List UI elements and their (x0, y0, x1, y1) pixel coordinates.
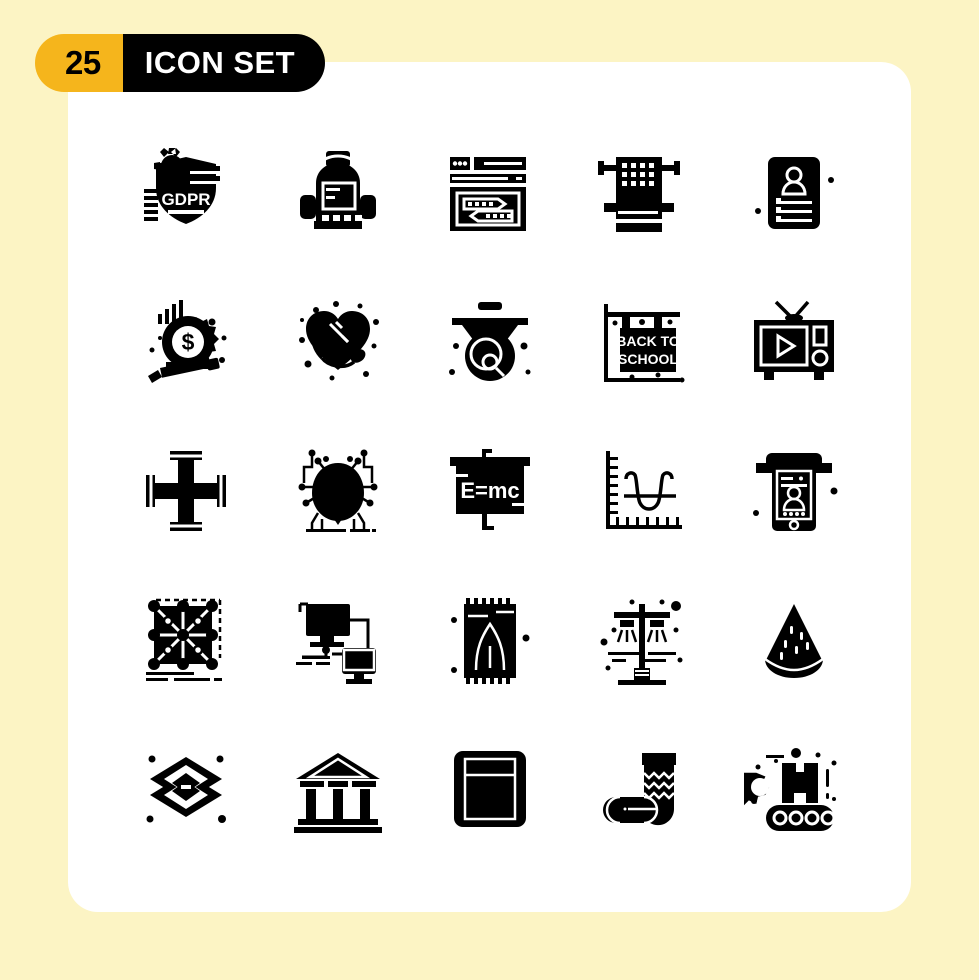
svg-text:E=mc: E=mc (460, 478, 519, 503)
icon-set-title: ICON SET (122, 34, 326, 92)
icon-cell-3[interactable] (414, 118, 566, 267)
icon-cell-5[interactable] (718, 118, 870, 267)
icon-cell-9[interactable]: BACK TO SCHOOL (566, 267, 718, 416)
icon-cell-2[interactable] (262, 118, 414, 267)
icon-cell-16[interactable] (110, 565, 262, 714)
bank-building-icon (294, 752, 382, 833)
icon-cell-23[interactable] (414, 714, 566, 863)
icon-cell-1[interactable]: GDPR (110, 118, 262, 267)
physics-board-formula-icon: E=mc (450, 448, 530, 530)
retro-television-play-icon (754, 300, 834, 380)
icon-cell-7[interactable] (262, 267, 414, 416)
network-grid-nodes-icon (146, 598, 222, 681)
icon-cell-12[interactable] (262, 416, 414, 565)
mobile-user-login-icon (753, 452, 838, 531)
lug-wrench-cross-icon (146, 450, 226, 531)
connected-computers-icon (296, 602, 376, 684)
watermelon-slice-icon (764, 603, 824, 678)
icon-cell-15[interactable] (718, 416, 870, 565)
icon-cell-8[interactable] (414, 267, 566, 416)
book-notebook-icon (454, 750, 526, 827)
icon-cell-22[interactable] (262, 714, 414, 863)
icon-cell-18[interactable] (414, 565, 566, 714)
header-badge: 25 ICON SET (35, 34, 326, 92)
resume-profile-card-icon (755, 156, 834, 229)
icon-cell-11[interactable] (110, 416, 262, 565)
layers-stack-icon (146, 755, 226, 823)
heart-stethoscope-icon (299, 300, 379, 380)
back-to-school-sign-icon: BACK TO SCHOOL (604, 303, 685, 382)
icon-cell-20[interactable] (718, 565, 870, 714)
prayer-rug-icon (451, 597, 530, 684)
icon-cell-13[interactable]: E=mc (414, 416, 566, 565)
street-lamp-icon (600, 599, 683, 685)
icon-cell-17[interactable] (262, 565, 414, 714)
icon-cell-10[interactable] (718, 267, 870, 416)
backpack-icon (300, 150, 376, 229)
icon-cell-25[interactable] (718, 714, 870, 863)
icon-grid: GDPR $ BACK TO SCHOOL E=mc (110, 118, 870, 863)
svg-text:SCHOOL: SCHOOL (618, 351, 678, 367)
sock-icon (603, 752, 676, 825)
graduation-cap-search-icon (449, 301, 531, 381)
icon-cell-24[interactable] (566, 714, 718, 863)
microchip-processor-icon (598, 156, 680, 232)
svg-text:GDPR: GDPR (161, 190, 210, 209)
content-monetization-pencil-icon: $ (148, 299, 227, 383)
icon-cell-4[interactable] (566, 118, 718, 267)
icon-count-label: 25 (35, 34, 123, 92)
gdpr-shield-icon: GDPR (144, 147, 220, 224)
browser-chat-window-icon (450, 156, 526, 231)
icon-set-poster: 25 ICON SET GDPR $ BACK TO SCHOOL E=mc (0, 0, 979, 980)
icon-cell-14[interactable] (566, 416, 718, 565)
conveyor-belt-box-icon (744, 747, 837, 831)
icon-cell-19[interactable] (566, 565, 718, 714)
svg-text:BACK TO: BACK TO (616, 333, 680, 349)
cyber-bug-malware-icon (298, 449, 378, 532)
u-curve-graph-icon (606, 450, 682, 529)
icon-cell-21[interactable] (110, 714, 262, 863)
svg-text:$: $ (182, 329, 195, 355)
icon-cell-6[interactable]: $ (110, 267, 262, 416)
